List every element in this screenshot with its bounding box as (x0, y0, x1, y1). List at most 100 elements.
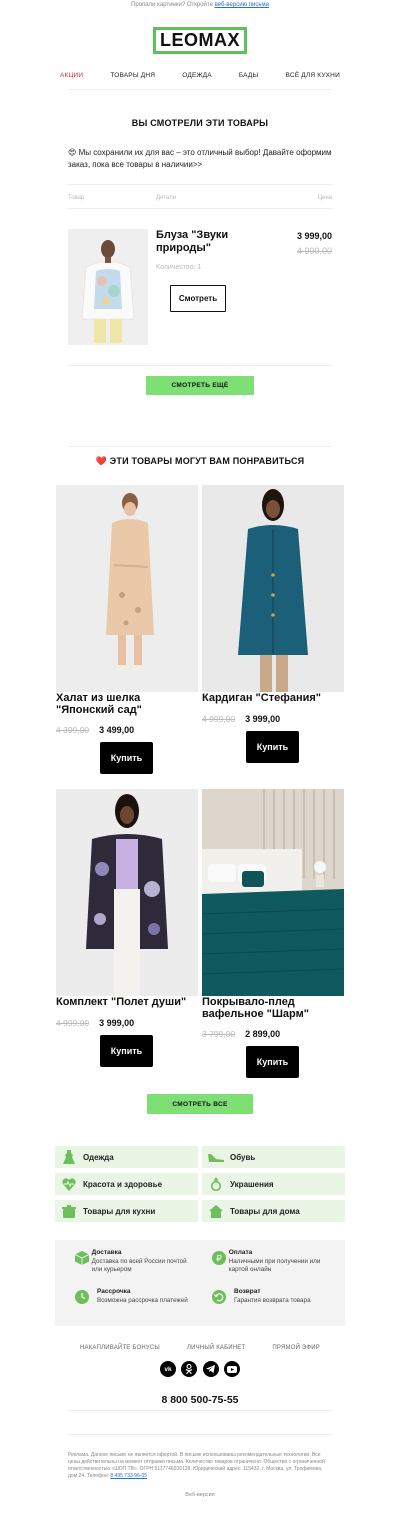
benefit-installment: Рассрочка Возможна рассрочка платежей (75, 1288, 195, 1309)
viewed-product-name[interactable]: Блуза "Звуки природы" (156, 229, 276, 255)
divider (68, 1434, 332, 1435)
category-label: Обувь (230, 1152, 256, 1162)
category-jewelry[interactable]: Украшения (202, 1173, 345, 1195)
nav-item-kitchen[interactable]: ВСЁ ДЛЯ КУХНИ (286, 72, 340, 79)
see-more-button[interactable]: СМОТРЕТЬ ЕЩЁ (146, 376, 254, 395)
price: 3 999,00 (245, 714, 281, 724)
see-all-button[interactable]: СМОТРЕТЬ ВСЕ (147, 1094, 253, 1114)
ruble-icon: ₽ (212, 1249, 229, 1274)
product-prices-robe: 4 399,00 3 499,00 (56, 725, 134, 735)
nav-item-clothes[interactable]: ОДЕЖДА (182, 72, 212, 79)
category-clothes[interactable]: Одежда (55, 1146, 198, 1168)
ok-icon[interactable] (181, 1361, 198, 1377)
viewed-product-price: 3 999,00 (296, 231, 332, 241)
nav-item-day-deals[interactable]: ТОВАРЫ ДНЯ (110, 72, 155, 79)
viewed-intro: 😍 Мы сохранили их для вас – это отличный… (68, 147, 332, 171)
brand-logo[interactable]: LEOMAX (153, 27, 247, 54)
buy-button-set[interactable]: Купить (100, 1035, 153, 1067)
svg-text:₽: ₽ (216, 1255, 222, 1265)
viewed-product-qty: Количество: 1 (156, 264, 202, 271)
product-name-set[interactable]: Комплект "Полет души" (56, 996, 198, 1008)
divider (68, 1410, 332, 1411)
viewed-intro-text: Мы сохранили их для вас – это отличный в… (68, 148, 332, 169)
preheader-text: Пропали картинки? Откройте (131, 2, 213, 8)
legal-body: Реклама. Данное письмо не является оферт… (68, 1452, 325, 1479)
product-prices-cardigan: 4 999,00 3 999,00 (202, 714, 280, 724)
category-kitchen[interactable]: Товары для кухни (55, 1200, 198, 1222)
category-shoes[interactable]: Обувь (202, 1146, 345, 1168)
product-prices-set: 4 999,00 3 999,00 (56, 1018, 134, 1028)
ring-icon (202, 1177, 230, 1191)
old-price: 4 399,00 (56, 725, 90, 735)
benefit-text: Доставка по всей России почтой или курье… (91, 1258, 187, 1273)
heart-pulse-icon (55, 1177, 83, 1191)
col-price: Цена (317, 195, 332, 201)
nav-item-sale[interactable]: АКЦИИ (60, 72, 83, 79)
category-label: Одежда (83, 1152, 114, 1162)
viewed-title: ВЫ СМОТРЕЛИ ЭТИ ТОВАРЫ (131, 118, 269, 128)
col-product: Товар (68, 195, 85, 201)
benefit-return: Возврат Гарантия возврата товара (212, 1288, 332, 1309)
dress-icon (55, 1150, 83, 1164)
heart-icon: ❤️ (95, 456, 108, 466)
product-image-cardigan[interactable] (202, 485, 344, 692)
web-version-footer-link[interactable]: Веб-версия (0, 1492, 400, 1498)
product-image-blanket[interactable] (202, 789, 344, 996)
divider (68, 89, 332, 90)
old-price: 4 999,00 (202, 714, 236, 724)
price: 3 499,00 (99, 725, 135, 735)
product-image-robe[interactable] (56, 485, 198, 692)
product-image-set[interactable] (56, 789, 198, 996)
box-icon (74, 1249, 92, 1274)
product-name-cardigan[interactable]: Кардиган "Стефания" (202, 692, 344, 704)
clock-icon (75, 1288, 97, 1309)
price: 3 999,00 (99, 1018, 135, 1028)
buy-button-robe[interactable]: Купить (100, 742, 153, 774)
price: 2 899,00 (245, 1029, 281, 1039)
legal-phone-link[interactable]: 8 495 733-96-05 (110, 1473, 147, 1479)
category-label: Товары для дома (230, 1206, 300, 1216)
return-icon (212, 1288, 234, 1309)
product-name-blanket[interactable]: Покрывало-плед вафельное "Шарм" (202, 996, 344, 1020)
recommend-title: ❤️ ЭТИ ТОВАРЫ МОГУТ ВАМ ПОНРАВИТЬСЯ (0, 456, 400, 467)
product-name-robe[interactable]: Халат из шелка "Японский сад" (56, 692, 198, 716)
social-links: vk (160, 1361, 240, 1377)
footer-link-bonuses[interactable]: НАКАПЛИВАЙТЕ БОНУСЫ (80, 1345, 160, 1351)
category-label: Товары для кухни (83, 1206, 156, 1216)
old-price: 4 999,00 (56, 1018, 90, 1028)
divider (68, 208, 332, 209)
footer-links: НАКАПЛИВАЙТЕ БОНУСЫ ЛИЧНЫЙ КАБИНЕТ ПРЯМО… (80, 1345, 320, 1351)
benefit-text: Возможна рассрочка платежей (97, 1297, 188, 1304)
top-nav: АКЦИИ ТОВАРЫ ДНЯ ОДЕЖДА БАДЫ ВСЁ ДЛЯ КУХ… (60, 72, 340, 79)
footer-link-live[interactable]: ПРЯМОЙ ЭФИР (272, 1345, 320, 1351)
benefit-payment: ₽ Оплата Наличными при получении или карт… (212, 1249, 332, 1274)
footer-link-account[interactable]: ЛИЧНЫЙ КАБИНЕТ (187, 1345, 245, 1351)
viewed-product-image[interactable] (68, 229, 148, 345)
benefit-title: Доставка (91, 1249, 122, 1256)
buy-button-blanket[interactable]: Купить (246, 1046, 299, 1078)
shoe-icon (202, 1152, 230, 1162)
view-product-button[interactable]: Смотреть (170, 285, 226, 312)
youtube-icon[interactable] (223, 1361, 240, 1377)
preheader: Пропали картинки? Откройте веб-версию пи… (0, 2, 400, 8)
vk-icon[interactable]: vk (160, 1361, 176, 1377)
benefit-delivery: Доставка Доставка по всей России почтой и… (74, 1249, 195, 1274)
col-details: Детали (156, 195, 177, 201)
web-version-link[interactable]: веб-версию письма (215, 2, 269, 8)
buy-button-cardigan[interactable]: Купить (246, 731, 299, 763)
telegram-icon[interactable] (202, 1361, 219, 1377)
category-home[interactable]: Товары для дома (202, 1200, 345, 1222)
divider (68, 184, 332, 185)
nav-item-supplements[interactable]: БАДЫ (239, 72, 259, 79)
category-label: Красота и здоровье (83, 1179, 163, 1189)
divider (68, 446, 332, 447)
benefit-title: Рассрочка (97, 1288, 131, 1295)
viewed-product-old-price: 4 999,00 (296, 246, 332, 256)
house-icon (202, 1204, 230, 1218)
table-header: Товар Детали Цена (68, 195, 332, 201)
phone-number[interactable]: 8 800 500-75-55 (0, 1394, 400, 1406)
category-beauty[interactable]: Красота и здоровье (55, 1173, 198, 1195)
recommend-title-text: ЭТИ ТОВАРЫ МОГУТ ВАМ ПОНРАВИТЬСЯ (109, 456, 305, 466)
benefit-title: Возврат (234, 1288, 261, 1295)
divider (68, 365, 332, 366)
